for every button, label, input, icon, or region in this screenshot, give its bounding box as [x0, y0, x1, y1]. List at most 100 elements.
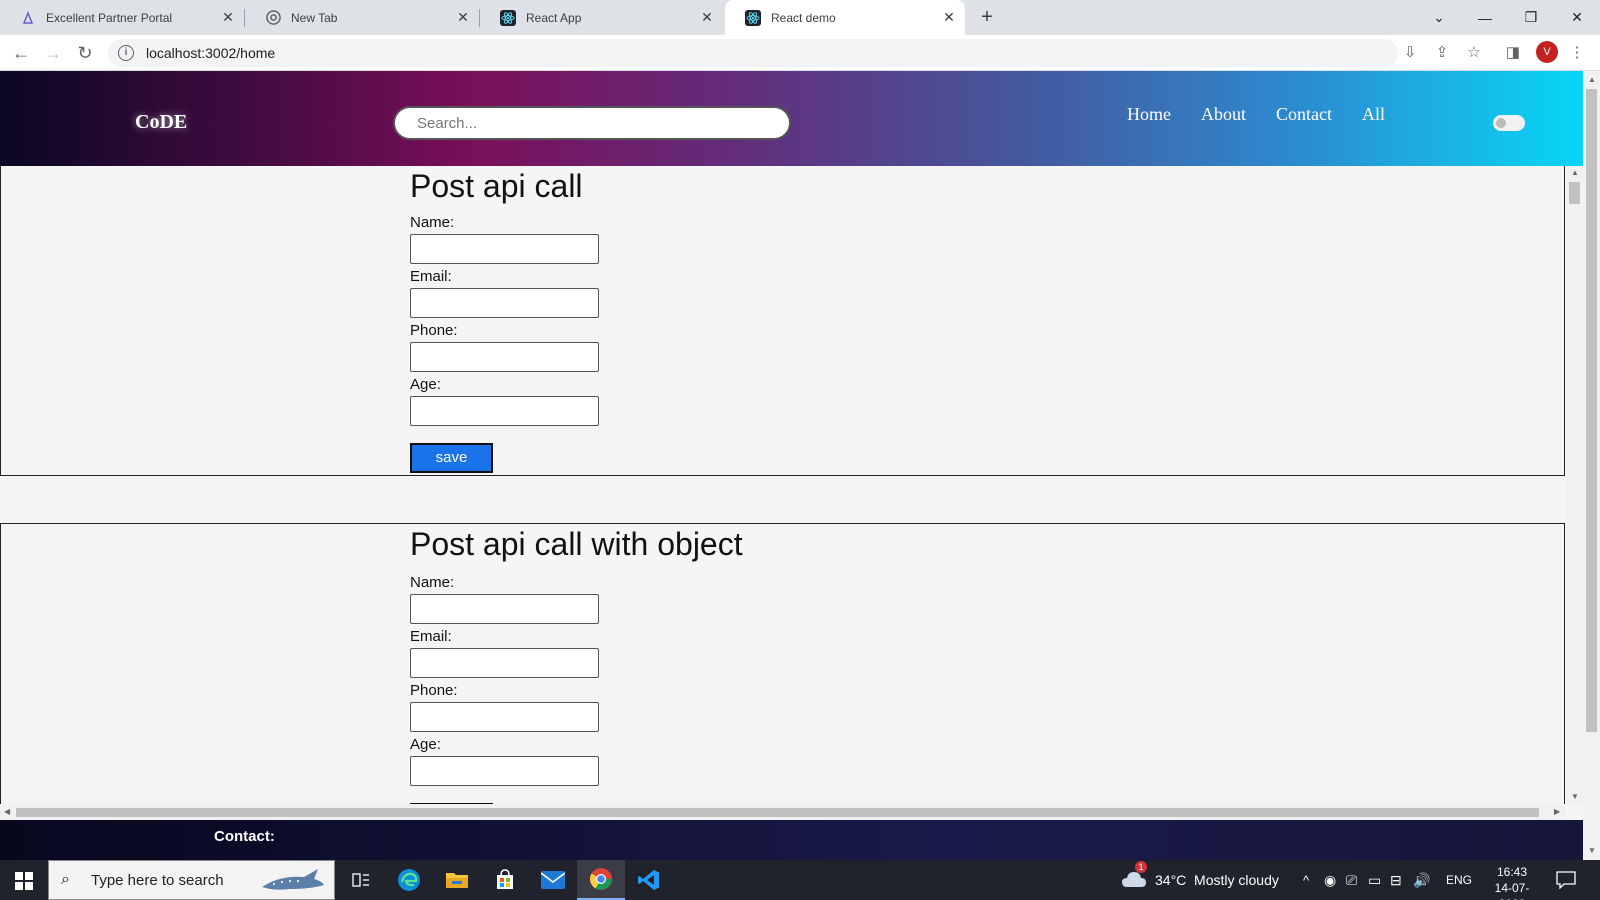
tab-excellent-partner-portal[interactable]: Excellent Partner Portal ✕ [0, 0, 244, 35]
scrollbar-thumb[interactable] [1586, 89, 1597, 732]
file-explorer-icon[interactable] [433, 860, 481, 900]
vscode-icon[interactable] [625, 860, 673, 900]
network-icon[interactable]: ⊟ [1390, 860, 1402, 900]
post-api-form: Post api call Name: Email: Phone: Age: s… [0, 166, 1565, 476]
new-tab-button[interactable]: + [975, 6, 999, 30]
phone-label: Phone: [410, 682, 458, 699]
nav-link-all[interactable]: All [1362, 104, 1385, 125]
age-label: Age: [410, 736, 441, 753]
weather-badge: 1 [1135, 860, 1147, 873]
taskbar-search-box[interactable]: ⌕ Type here to search [48, 860, 335, 900]
inner-vertical-scrollbar[interactable]: ▲ ▼ [1566, 166, 1583, 806]
age-label: Age: [410, 376, 441, 393]
browser-toolbar: ← → ↻ i localhost:3002/home ⇩ ⇪ ☆ ◨ ⋮ [0, 35, 1600, 71]
scroll-left-icon[interactable]: ◀ [4, 807, 10, 816]
clock-time: 16:43 [1496, 865, 1528, 879]
age-field[interactable] [410, 396, 599, 426]
tab-react-app[interactable]: React App ✕ [480, 0, 723, 35]
meet-now-icon[interactable]: ⎚ [1346, 860, 1357, 900]
brand-logo[interactable]: CoDE [135, 111, 187, 134]
bookmark-star-icon[interactable]: ☆ [1464, 43, 1484, 63]
back-arrow-icon[interactable]: ← [9, 41, 33, 65]
edge-icon[interactable] [385, 860, 433, 900]
phone-field[interactable] [410, 702, 599, 732]
close-tab-icon[interactable]: ✕ [455, 9, 471, 26]
clock-date: 14-07-2023 [1494, 881, 1530, 900]
tab-react-demo[interactable]: React demo ✕ [725, 0, 965, 35]
address-bar[interactable]: i localhost:3002/home [108, 39, 1398, 67]
scroll-down-icon[interactable]: ▼ [1571, 792, 1579, 801]
microsoft-store-icon[interactable] [481, 860, 529, 900]
notifications-icon[interactable] [1556, 860, 1576, 900]
cloud-icon: 1 [1121, 860, 1147, 892]
nav-link-about[interactable]: About [1201, 104, 1246, 125]
chrome-taskbar-icon[interactable] [577, 860, 625, 900]
share-icon[interactable]: ⇪ [1432, 43, 1452, 63]
record-icon[interactable]: ◉ [1324, 860, 1336, 900]
close-tab-icon[interactable]: ✕ [941, 9, 957, 26]
show-hidden-icons-icon[interactable]: ^ [1303, 860, 1309, 900]
side-panel-icon[interactable]: ◨ [1503, 43, 1523, 63]
tab-new-tab[interactable]: New Tab ✕ [245, 0, 479, 35]
close-tab-icon[interactable]: ✕ [220, 9, 236, 26]
phone-field[interactable] [410, 342, 599, 372]
tab-search-icon[interactable]: ⌄ [1416, 0, 1462, 35]
nav-link-home[interactable]: Home [1127, 104, 1171, 125]
react-icon [500, 9, 516, 26]
mail-icon[interactable] [529, 860, 577, 900]
url-text: localhost:3002/home [146, 45, 276, 61]
scrollbar-thumb[interactable] [1569, 182, 1580, 204]
name-field[interactable] [410, 594, 599, 624]
language-indicator[interactable]: ENG [1446, 860, 1472, 900]
windows-start-icon[interactable] [0, 860, 48, 900]
tab-strip: Excellent Partner Portal ✕ New Tab ✕ Rea… [0, 0, 1600, 35]
weather-widget[interactable]: 1 34°C Mostly cloudy [1121, 860, 1279, 900]
inner-horizontal-scrollbar[interactable]: ◀ ▶ [0, 804, 1566, 820]
close-window-button[interactable]: ✕ [1554, 0, 1600, 35]
form-heading: Post api call with object [410, 526, 743, 562]
battery-icon[interactable]: ▭ [1368, 860, 1381, 900]
scroll-up-icon[interactable]: ▲ [1588, 75, 1596, 84]
install-app-icon[interactable]: ⇩ [1400, 43, 1420, 63]
taskbar-search-text: Type here to search [91, 871, 224, 889]
name-label: Name: [410, 214, 455, 231]
close-tab-icon[interactable]: ✕ [699, 9, 715, 26]
search-input[interactable] [393, 106, 791, 140]
email-field[interactable] [410, 288, 599, 318]
scroll-up-icon[interactable]: ▲ [1571, 168, 1579, 177]
chrome-icon [265, 10, 281, 26]
nav-link-contact[interactable]: Contact [1276, 104, 1332, 125]
partner-portal-icon [20, 10, 36, 26]
windows-taskbar: ⌕ Type here to search 1 34°C Mostly clou… [0, 860, 1600, 900]
scroll-down-icon[interactable]: ▼ [1588, 846, 1596, 855]
site-info-icon[interactable]: i [118, 45, 134, 61]
name-field[interactable] [410, 234, 599, 264]
minimize-button[interactable]: — [1462, 0, 1508, 35]
save-button[interactable]: save [410, 443, 493, 473]
profile-avatar[interactable]: V [1536, 41, 1558, 63]
post-api-object-form: Post api call with object Name: Email: P… [0, 523, 1565, 820]
content-frame: Post api call Name: Email: Phone: Age: s… [0, 166, 1583, 820]
app-footer: Contact: [0, 820, 1583, 860]
taskbar-clock[interactable]: 16:43 14-07-2023 [1482, 864, 1542, 900]
search-icon: ⌕ [61, 871, 70, 888]
email-label: Email: [410, 268, 452, 285]
whale-shark-icon [262, 869, 324, 890]
weather-text: 34°C Mostly cloudy [1155, 872, 1279, 888]
theme-toggle[interactable] [1493, 115, 1525, 131]
scrollbar-thumb[interactable] [16, 808, 1539, 817]
name-label: Name: [410, 574, 455, 591]
footer-contact-label: Contact: [214, 828, 275, 845]
forward-arrow-icon[interactable]: → [41, 41, 65, 65]
scroll-right-icon[interactable]: ▶ [1554, 807, 1560, 816]
age-field[interactable] [410, 756, 599, 786]
restore-button[interactable]: ❐ [1508, 0, 1554, 35]
form-heading: Post api call [410, 168, 583, 204]
reload-icon[interactable]: ↻ [73, 41, 97, 65]
email-label: Email: [410, 628, 452, 645]
page-vertical-scrollbar[interactable]: ▲ ▼ [1583, 71, 1600, 860]
task-view-icon[interactable] [337, 860, 385, 900]
volume-icon[interactable]: 🔊 [1413, 860, 1430, 900]
email-field[interactable] [410, 648, 599, 678]
menu-kebab-icon[interactable]: ⋮ [1567, 43, 1587, 63]
